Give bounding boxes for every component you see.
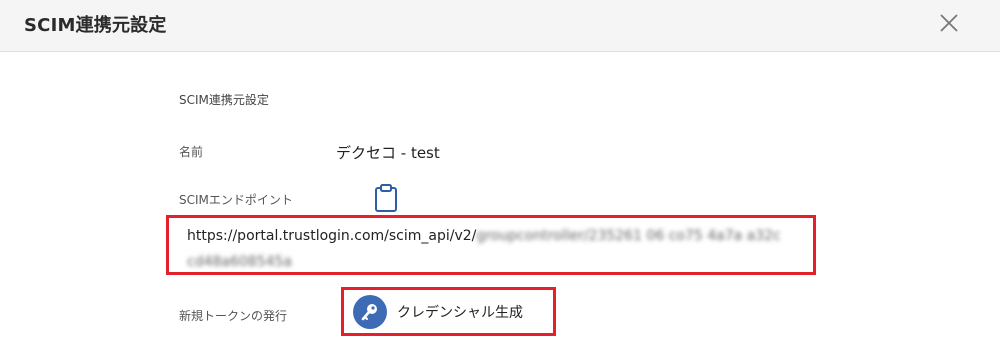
dialog-title: SCIM連携元設定 [24,15,167,36]
endpoint-url-highlight: https://portal.trustlogin.com/scim_api/v… [166,215,816,275]
close-icon[interactable] [938,12,960,34]
endpoint-url-redacted-tail: cd48a608545a [187,254,292,270]
endpoint-url-visible: https://portal.trustlogin.com/scim_api/v… [187,228,477,244]
credential-button-highlight: クレデンシャル生成 [341,287,556,336]
generate-credential-button[interactable]: クレデンシャル生成 [353,294,523,330]
token-label: 新規トークンの発行 [179,309,288,323]
name-value: デクセコ - test [336,144,440,162]
clipboard-icon[interactable] [372,183,400,213]
credential-button-label: クレデンシャル生成 [397,305,523,321]
section-title: SCIM連携元設定 [179,93,269,107]
key-icon [353,295,387,329]
name-label: 名前 [179,145,204,159]
endpoint-url-redacted: groupcontroller/235261 06 co75 4a7a a32c [476,228,781,244]
endpoint-url[interactable]: https://portal.trustlogin.com/scim_api/v… [187,223,797,275]
endpoint-label: SCIMエンドポイント [179,193,293,207]
dialog-header: SCIM連携元設定 [0,0,1000,52]
